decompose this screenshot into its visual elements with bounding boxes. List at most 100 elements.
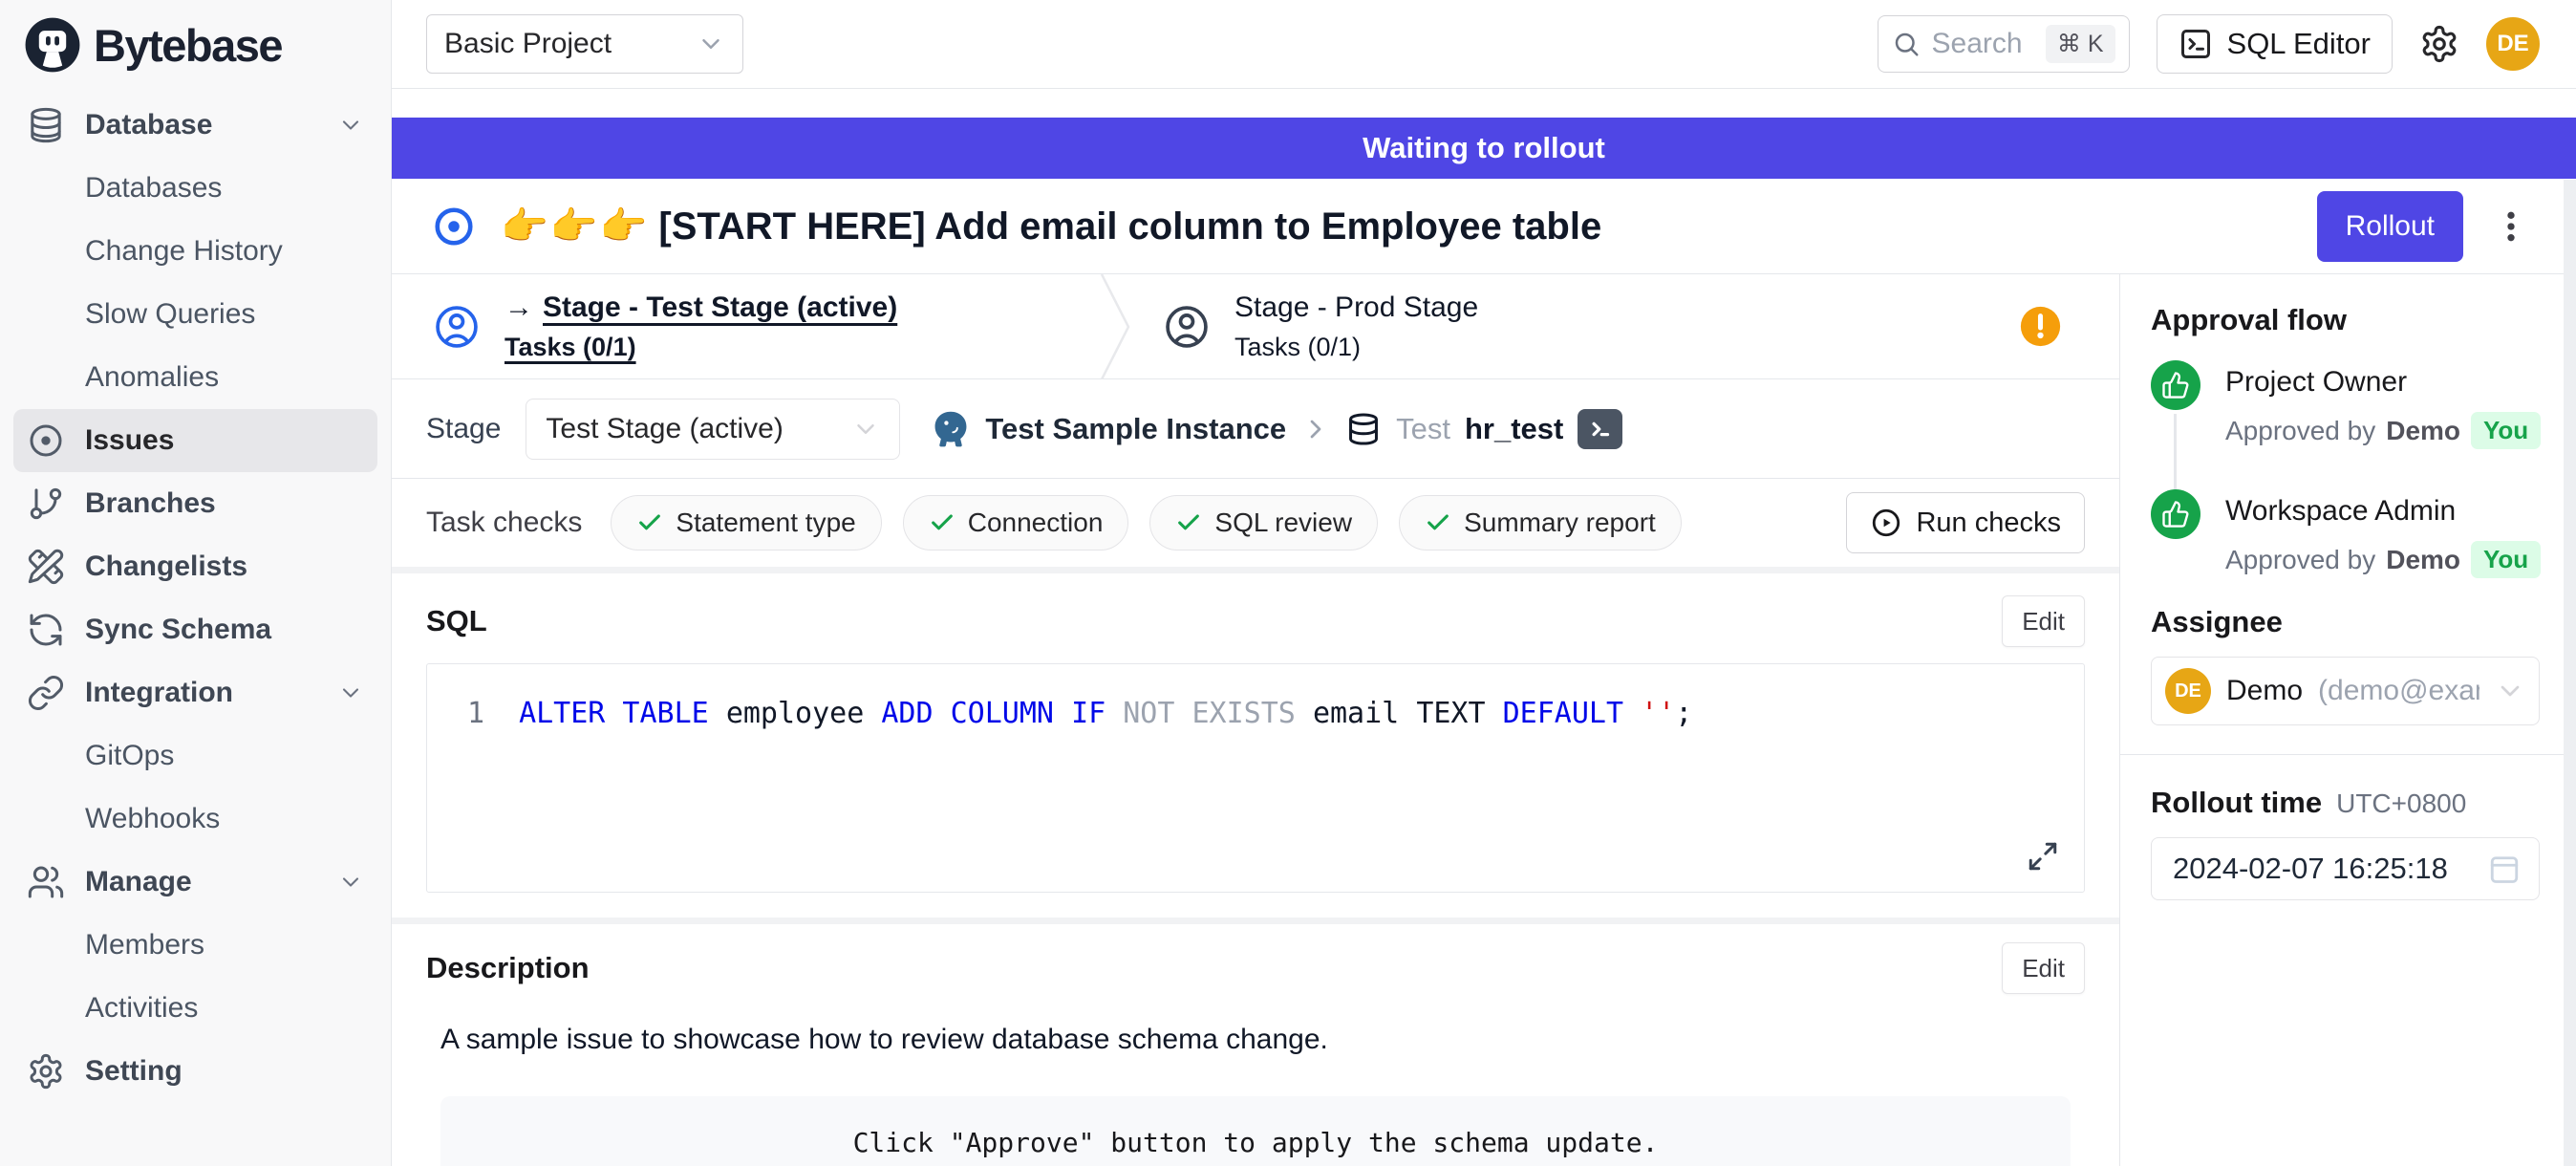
sidebar-item-label: Members: [85, 929, 364, 961]
task-checks-label: Task checks: [426, 507, 582, 539]
sidebar-item-slow-queries[interactable]: Slow Queries: [13, 283, 377, 346]
sidebar-item-label: Manage: [85, 866, 317, 898]
database-name[interactable]: hr_test: [1465, 412, 1563, 446]
sidebar-item-activities[interactable]: Activities: [13, 977, 377, 1040]
check-icon: [636, 509, 663, 536]
sidebar-item-webhooks[interactable]: Webhooks: [13, 788, 377, 851]
check-icon: [1425, 509, 1451, 536]
postgresql-icon: [931, 409, 971, 449]
description-edit-button[interactable]: Edit: [2002, 942, 2085, 994]
circle-dot-icon: [27, 421, 65, 460]
panel-divider: [2120, 754, 2576, 755]
chevron-down-icon: [697, 30, 725, 58]
users-icon: [27, 863, 65, 901]
sidebar-item-label: Changelists: [85, 551, 364, 583]
stage-tab-test[interactable]: →Stage - Test Stage (active) Tasks (0/1): [392, 274, 1099, 378]
rollout-button[interactable]: Rollout: [2317, 191, 2463, 262]
assignee-email: (demo@example: [2318, 675, 2479, 707]
more-menu-icon[interactable]: [2488, 207, 2534, 246]
status-banner: Waiting to rollout: [392, 118, 2576, 179]
search-placeholder: Search: [1932, 28, 2023, 60]
expand-editor-icon[interactable]: [2027, 840, 2059, 873]
sidebar-item-manage[interactable]: Manage: [13, 851, 377, 914]
task-check-label: Connection: [968, 507, 1104, 538]
sidebar-item-label: Slow Queries: [85, 298, 364, 331]
task-check-label: Summary report: [1464, 507, 1656, 538]
approver-name: Demo: [2386, 416, 2460, 446]
sidebar-item-branches[interactable]: Branches: [13, 472, 377, 535]
approval-step-workspace-admin: Workspace AdminApproved byDemoYou: [2151, 489, 2540, 605]
task-check-pill-statement-type[interactable]: Statement type: [611, 495, 881, 551]
open-sql-editor-icon[interactable]: [1578, 409, 1622, 449]
sql-edit-button[interactable]: Edit: [2002, 595, 2085, 647]
stage-select-value: Test Stage (active): [546, 413, 783, 445]
project-selector-value: Basic Project: [444, 28, 612, 60]
run-checks-label: Run checks: [1916, 507, 2061, 539]
chevron-down-icon: [851, 415, 880, 443]
rollout-time-header: Rollout time UTC+0800: [2151, 786, 2540, 820]
task-check-pill-connection[interactable]: Connection: [903, 495, 1129, 551]
brand-logo[interactable]: Bytebase: [0, 0, 391, 90]
sidebar-item-members[interactable]: Members: [13, 914, 377, 977]
sql-editor[interactable]: 1 ALTER TABLE employee ADD COLUMN IF NOT…: [426, 663, 2085, 893]
sidebar-item-database[interactable]: Database: [13, 94, 377, 157]
sidebar-item-issues[interactable]: Issues: [13, 409, 377, 472]
sql-token-keyword: DEFAULT: [1503, 697, 1642, 730]
sidebar-item-gitops[interactable]: GitOps: [13, 724, 377, 788]
instance-name[interactable]: Test Sample Instance: [985, 412, 1286, 446]
sql-statement: ALTER TABLE employee ADD COLUMN IF NOT E…: [519, 697, 1692, 730]
task-check-label: SQL review: [1214, 507, 1352, 538]
stage-tab-test-texts: →Stage - Test Stage (active) Tasks (0/1): [504, 292, 897, 362]
sql-token-keyword: ALTER TABLE: [519, 697, 726, 730]
chevron-down-icon: [337, 680, 364, 706]
check-icon: [929, 509, 955, 536]
calendar-icon[interactable]: [2487, 852, 2522, 886]
gear-icon[interactable]: [2419, 24, 2459, 64]
main-area: Basic Project Search ⌘ K SQL Editor DE W…: [392, 0, 2576, 1166]
stage-tab-prod-name: Stage - Prod Stage: [1234, 292, 1478, 324]
sidebar-item-change-history[interactable]: Change History: [13, 220, 377, 283]
user-avatar[interactable]: DE: [2486, 17, 2540, 71]
chevron-down-icon: [337, 112, 364, 139]
sidebar-item-integration[interactable]: Integration: [13, 661, 377, 724]
search-input[interactable]: Search ⌘ K: [1878, 15, 2130, 73]
sidebar-item-label: Databases: [85, 172, 364, 205]
sql-heading: SQL: [426, 604, 487, 638]
assignee-select[interactable]: DE Demo (demo@example: [2151, 657, 2540, 725]
description-section-header: Description Edit: [426, 939, 2085, 997]
stage-tab-prod-tasks: Tasks (0/1): [1234, 333, 1478, 362]
stage-tab-divider: [1099, 274, 1133, 379]
gear-icon: [27, 1052, 65, 1090]
rollout-time-input[interactable]: 2024-02-07 16:25:18: [2151, 837, 2540, 900]
stage-select[interactable]: Test Stage (active): [526, 399, 900, 460]
link-icon: [27, 674, 65, 712]
stage-tab-prod[interactable]: Stage - Prod Stage Tasks (0/1): [1133, 274, 2119, 378]
stage-tab-test-tasks[interactable]: Tasks (0/1): [504, 333, 897, 362]
check-icon: [1175, 509, 1202, 536]
scrollbar-track[interactable]: [2564, 180, 2576, 1166]
approval-role: Workspace Admin: [2225, 489, 2541, 528]
sql-token-plain: employee: [726, 697, 882, 730]
approved-thumbs-up-icon: [2151, 489, 2200, 539]
section-divider: [392, 918, 2119, 924]
sidebar-item-setting[interactable]: Setting: [13, 1040, 377, 1103]
task-check-pills: Statement type Connection SQL review Summar…: [611, 495, 1681, 551]
chevron-down-icon: [337, 869, 364, 896]
run-checks-button[interactable]: Run checks: [1846, 492, 2085, 553]
sidebar-item-label: Change History: [85, 235, 364, 268]
rollout-timezone: UTC+0800: [2336, 788, 2466, 819]
task-check-pill-sql-review[interactable]: SQL review: [1149, 495, 1378, 551]
sql-token-keyword: IF: [1071, 697, 1123, 730]
assignee-heading: Assignee: [2151, 605, 2540, 639]
project-selector[interactable]: Basic Project: [426, 14, 743, 74]
sidebar-item-anomalies[interactable]: Anomalies: [13, 346, 377, 409]
stage-tab-prod-texts: Stage - Prod Stage Tasks (0/1): [1234, 292, 1478, 362]
issue-title: 👉👉👉[START HERE] Add email column to Empl…: [501, 204, 1601, 248]
sql-token-plain: TEXT: [1416, 697, 1502, 730]
sidebar-item-sync-schema[interactable]: Sync Schema: [13, 598, 377, 661]
task-check-pill-summary-report[interactable]: Summary report: [1399, 495, 1682, 551]
sql-editor-button[interactable]: SQL Editor: [2157, 14, 2393, 74]
sidebar-item-databases[interactable]: Databases: [13, 157, 377, 220]
sidebar-item-label: Integration: [85, 677, 317, 709]
sidebar-item-changelists[interactable]: Changelists: [13, 535, 377, 598]
